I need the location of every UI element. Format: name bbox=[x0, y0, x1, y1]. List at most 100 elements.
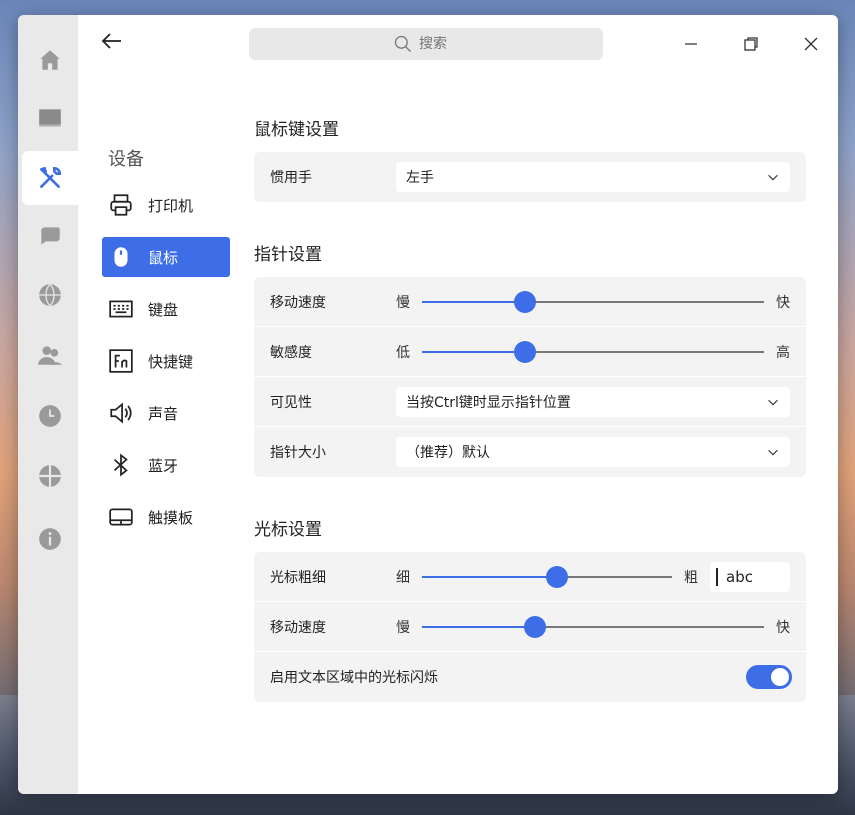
nav-item-printer[interactable]: 打印机 bbox=[102, 185, 230, 225]
cursor-blink-row: 启用文本区域中的光标闪烁 bbox=[254, 652, 806, 702]
chevron-down-icon bbox=[768, 399, 778, 405]
visibility-select[interactable]: 当按Ctrl键时显示指针位置 bbox=[396, 386, 790, 417]
pointer-speed-label: 移动速度 bbox=[270, 294, 326, 311]
cursor-preview-text: abc bbox=[726, 567, 753, 586]
nav-item-sound[interactable]: 声音 bbox=[102, 393, 230, 433]
search-input[interactable] bbox=[419, 36, 459, 52]
display-icon bbox=[39, 109, 61, 127]
pointer-size-select[interactable]: （推荐）默认 bbox=[396, 437, 790, 467]
slider-min-label: 细 bbox=[396, 569, 410, 586]
home-icon bbox=[40, 50, 60, 70]
mouse-icon bbox=[114, 247, 128, 267]
sensitivity-row: 敏感度 低 高 bbox=[254, 327, 806, 377]
nav-label: 快捷键 bbox=[148, 352, 194, 371]
rail-update[interactable] bbox=[22, 449, 78, 503]
rail-time[interactable] bbox=[22, 389, 78, 443]
pointer-size-label: 指针大小 bbox=[270, 445, 326, 461]
nav-label: 触摸板 bbox=[148, 508, 194, 527]
pointer-speed-slider-group: 慢 快 bbox=[396, 290, 790, 313]
visibility-value: 当按Ctrl键时显示指针位置 bbox=[406, 394, 571, 411]
cursor-blink-toggle[interactable] bbox=[746, 665, 792, 689]
slider-max-label: 粗 bbox=[684, 569, 698, 586]
handedness-select[interactable]: 左手 bbox=[396, 162, 790, 192]
arrow-left-icon bbox=[101, 33, 121, 49]
rail-accounts[interactable] bbox=[22, 328, 78, 382]
chevron-down-icon bbox=[768, 174, 778, 181]
nav-item-mouse[interactable]: 鼠标 bbox=[102, 237, 230, 277]
slider-min-label: 低 bbox=[396, 344, 410, 361]
section-title-cursor: 光标设置 bbox=[254, 520, 322, 540]
pointer-size-row: 指针大小 （推荐）默认 bbox=[254, 427, 806, 477]
slider-min-label: 慢 bbox=[396, 294, 410, 311]
slider-handle[interactable] bbox=[523, 615, 546, 638]
handedness-value: 左手 bbox=[406, 170, 434, 186]
maximize-button[interactable] bbox=[736, 29, 766, 59]
rail-personalization[interactable] bbox=[22, 209, 78, 263]
rail-display[interactable] bbox=[22, 91, 78, 145]
sensitivity-slider[interactable] bbox=[422, 340, 764, 363]
pointer-card: 移动速度 慢 快 敏感度 低 高 可见性 当按Ctrl键时显示指针位置 指针大小… bbox=[254, 277, 806, 477]
printer-icon bbox=[110, 194, 132, 216]
nav-label: 打印机 bbox=[148, 196, 194, 215]
category-rail bbox=[18, 15, 78, 794]
cursor-thickness-slider-group: 细 粗 bbox=[396, 565, 698, 588]
handedness-label: 惯用手 bbox=[270, 170, 312, 186]
rail-about[interactable] bbox=[22, 512, 78, 566]
settings-content: 鼠标键设置 惯用手 左手 指针设置 移动速度 慢 快 敏感度 低 高 可见性 当… bbox=[254, 115, 806, 740]
slider-min-label: 慢 bbox=[396, 619, 410, 636]
minimize-icon bbox=[685, 43, 697, 45]
bluetooth-icon bbox=[113, 453, 128, 477]
fn-key-icon bbox=[109, 349, 133, 373]
slider-max-label: 快 bbox=[776, 294, 790, 311]
pointer-size-value: （推荐）默认 bbox=[406, 445, 490, 461]
info-icon bbox=[39, 528, 61, 550]
cursor-speed-label: 移动速度 bbox=[270, 619, 326, 636]
cursor-preview: abc bbox=[710, 561, 790, 592]
text-caret bbox=[716, 567, 718, 586]
users-icon bbox=[38, 346, 62, 365]
section-title-pointer: 指针设置 bbox=[254, 245, 322, 265]
restore-icon bbox=[744, 37, 758, 51]
touchpad-icon bbox=[109, 508, 133, 526]
settings-window: 设备 打印机 鼠标 键盘 快捷键 声音 蓝牙 触摸板 bbox=[18, 15, 838, 794]
close-button[interactable] bbox=[796, 29, 826, 59]
nav-item-bluetooth[interactable]: 蓝牙 bbox=[102, 445, 230, 485]
search-box[interactable] bbox=[249, 28, 603, 60]
nav-label: 蓝牙 bbox=[148, 456, 179, 475]
crosshair-icon bbox=[39, 465, 61, 487]
cursor-thickness-label: 光标粗细 bbox=[270, 569, 326, 586]
minimize-button[interactable] bbox=[676, 29, 706, 59]
mouse-keys-card: 惯用手 左手 bbox=[254, 152, 806, 202]
cursor-thickness-slider[interactable] bbox=[422, 565, 672, 588]
nav-label: 键盘 bbox=[148, 300, 179, 319]
nav-item-touchpad[interactable]: 触摸板 bbox=[102, 497, 230, 537]
cursor-speed-row: 移动速度 慢 快 bbox=[254, 602, 806, 652]
speech-bubble-icon bbox=[41, 227, 60, 245]
nav-item-keyboard[interactable]: 键盘 bbox=[102, 289, 230, 329]
nav-label: 鼠标 bbox=[148, 248, 179, 267]
globe-icon bbox=[39, 283, 61, 307]
pointer-speed-row: 移动速度 慢 快 bbox=[254, 277, 806, 327]
cursor-card: 光标粗细 细 粗 abc 移动速度 慢 快 启用文本区域中的光标闪烁 bbox=[254, 552, 806, 702]
visibility-label: 可见性 bbox=[270, 394, 312, 411]
slider-handle[interactable] bbox=[546, 565, 568, 588]
section-title-mouse-keys: 鼠标键设置 bbox=[254, 120, 339, 140]
back-button[interactable] bbox=[98, 27, 126, 55]
pointer-speed-slider[interactable] bbox=[422, 290, 764, 313]
slider-max-label: 快 bbox=[776, 619, 790, 636]
cursor-speed-slider[interactable] bbox=[422, 615, 764, 638]
rail-network[interactable] bbox=[22, 268, 78, 322]
nav-title: 设备 bbox=[108, 149, 144, 170]
rail-devices[interactable] bbox=[22, 151, 78, 205]
nav-item-shortcuts[interactable]: 快捷键 bbox=[102, 341, 230, 381]
sensitivity-label: 敏感度 bbox=[270, 344, 312, 361]
visibility-row: 可见性 当按Ctrl键时显示指针位置 bbox=[254, 377, 806, 427]
slider-handle[interactable] bbox=[513, 340, 536, 363]
chevron-down-icon bbox=[768, 449, 778, 456]
slider-handle[interactable] bbox=[513, 290, 536, 313]
rail-home[interactable] bbox=[22, 33, 78, 87]
cursor-blink-label: 启用文本区域中的光标闪烁 bbox=[270, 670, 438, 686]
slider-max-label: 高 bbox=[776, 344, 790, 361]
handedness-row: 惯用手 左手 bbox=[254, 152, 806, 202]
close-icon bbox=[804, 37, 818, 51]
